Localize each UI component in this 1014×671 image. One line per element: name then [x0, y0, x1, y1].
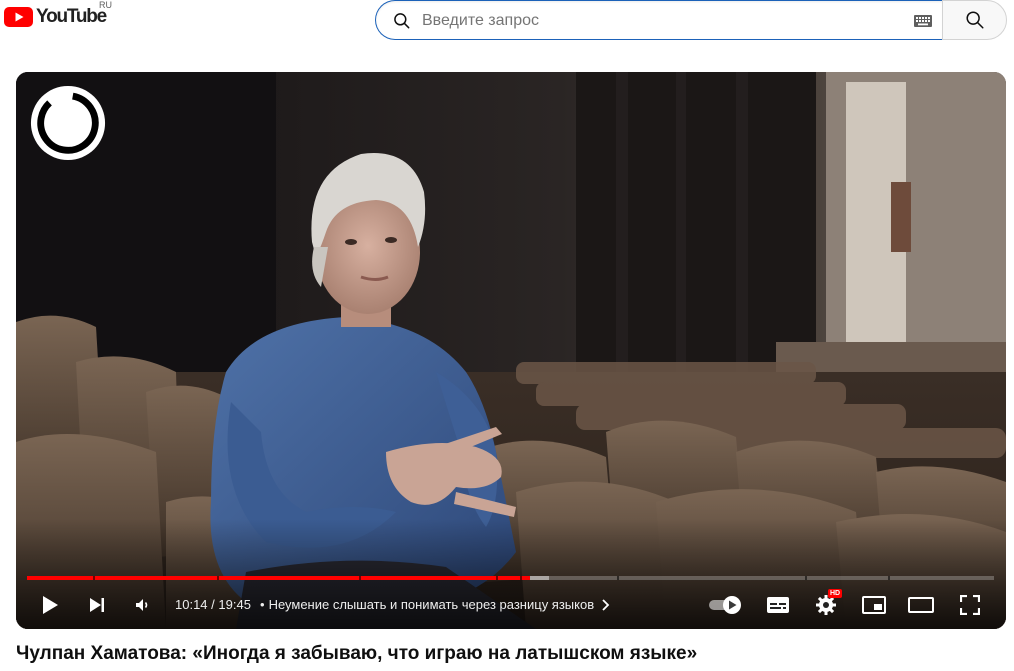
current-time: 10:14: [175, 597, 208, 612]
fullscreen-icon: [960, 595, 980, 615]
progress-played: [27, 576, 530, 580]
chapter-marker: [216, 576, 219, 580]
volume-button[interactable]: [125, 588, 161, 622]
theater-mode-button[interactable]: [903, 588, 939, 622]
play-button[interactable]: [32, 588, 68, 622]
hd-badge: HD: [828, 589, 843, 598]
miniplayer-button[interactable]: [856, 588, 892, 622]
chapter-marker: [495, 576, 498, 580]
miniplayer-icon: [862, 596, 886, 614]
youtube-logo-text: YouTube: [36, 6, 107, 27]
youtube-logo[interactable]: YouTube: [4, 6, 107, 27]
next-icon: [90, 598, 104, 612]
progress-bar[interactable]: [27, 576, 994, 580]
masthead: YouTube RU: [0, 0, 1014, 44]
volume-icon: [136, 599, 148, 611]
chapter-marker: [92, 576, 95, 580]
next-button[interactable]: [79, 588, 115, 622]
country-code: RU: [99, 0, 112, 10]
fullscreen-button[interactable]: [952, 588, 988, 622]
autoplay-toggle-icon[interactable]: [708, 594, 744, 616]
chevron-right-icon: [602, 598, 610, 611]
play-icon: [43, 596, 58, 614]
chapter-marker: [358, 576, 361, 580]
time-display: 10:14 / 19:45: [175, 597, 251, 612]
search-button-icon: [965, 11, 984, 29]
duration: 19:45: [218, 597, 251, 612]
chapter-title-button[interactable]: • Неумение слышать и понимать через разн…: [260, 597, 610, 612]
chapter-marker: [520, 576, 523, 580]
youtube-logo-icon: [4, 7, 33, 27]
player-controls: 10:14 / 19:45 • Неумение слышать и поним…: [16, 588, 1006, 622]
keyboard-icon[interactable]: [914, 15, 932, 27]
channel-logo-ring-icon[interactable]: [29, 84, 107, 162]
chapter-title: Неумение слышать и понимать через разниц…: [268, 597, 595, 612]
chapter-marker: [805, 576, 808, 580]
search-button[interactable]: [942, 0, 1007, 40]
search-input[interactable]: [422, 9, 892, 33]
search-box[interactable]: [375, 0, 943, 40]
video-player[interactable]: 10:14 / 19:45 • Неумение слышать и поним…: [16, 72, 1006, 629]
subtitles-icon: [767, 597, 789, 613]
video-title: Чулпан Хаматова: «Иногда я забываю, что …: [16, 643, 698, 664]
theater-mode-icon: [908, 597, 934, 613]
chapter-marker: [887, 576, 890, 580]
search-icon: [394, 13, 410, 29]
subtitles-button[interactable]: [760, 588, 796, 622]
time-separator: /: [207, 597, 219, 612]
settings-button[interactable]: HD: [808, 588, 844, 622]
chapter-bullet: •: [260, 597, 265, 612]
chapter-marker: [616, 576, 619, 580]
